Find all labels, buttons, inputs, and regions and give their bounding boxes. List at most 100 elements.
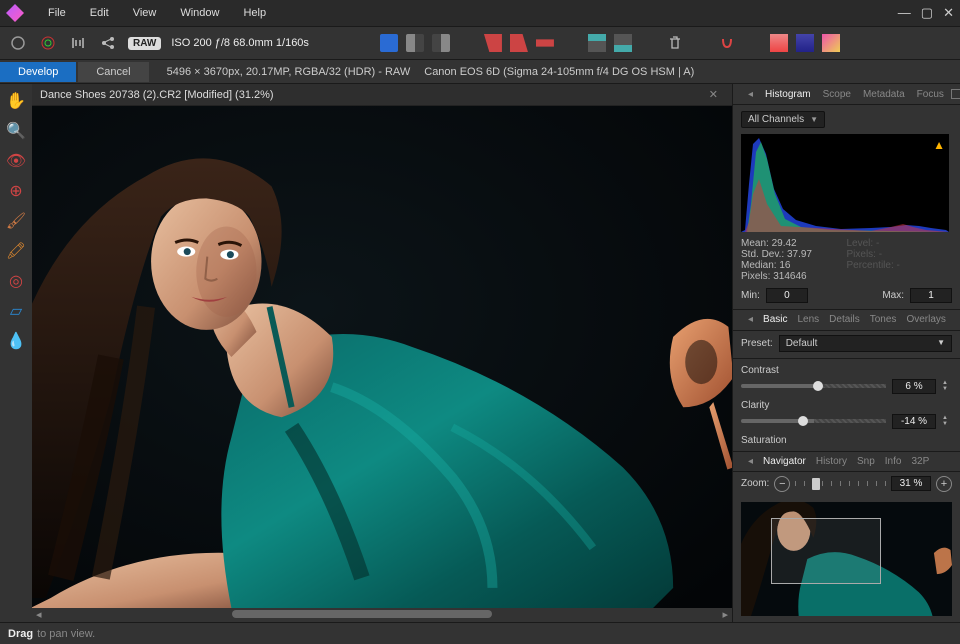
histogram-graph[interactable]: ▲	[741, 134, 949, 232]
window-controls: — ▢ ✕	[898, 5, 954, 21]
navigator-viewbox[interactable]	[771, 518, 881, 584]
zoom-out-button[interactable]: −	[774, 476, 790, 492]
clip-highlight-icon[interactable]	[613, 33, 633, 53]
channel-dropdown-label: All Channels	[748, 114, 804, 125]
panel-collapse-icon-2[interactable]: ◂	[743, 314, 758, 325]
scroll-right-icon[interactable]: ▸	[722, 608, 728, 621]
view-mirror-icon[interactable]	[431, 33, 451, 53]
top-toolbar: RAW ISO 200 ƒ/8 68.0mm 1/160s	[0, 26, 960, 60]
contrast-knob[interactable]	[813, 381, 823, 391]
tab-navigator[interactable]: Navigator	[758, 456, 811, 467]
aperture-icon[interactable]	[38, 33, 58, 53]
max-label: Max:	[882, 290, 904, 301]
overlay-erase-tool[interactable]: 🖍	[5, 240, 27, 262]
menu-file[interactable]: File	[36, 7, 78, 19]
contrast-slider[interactable]	[741, 384, 886, 388]
tab-basic[interactable]: Basic	[758, 314, 792, 325]
view-single-icon[interactable]	[379, 33, 399, 53]
preset-row: Preset: Default ▼	[733, 331, 960, 356]
clarity-knob[interactable]	[798, 416, 808, 426]
snap-icon[interactable]	[717, 33, 737, 53]
clarity-stepper[interactable]: ▲▼	[942, 415, 952, 427]
flip-icon[interactable]	[535, 33, 555, 53]
panel-collapse-icon[interactable]: ◂	[743, 89, 758, 100]
tab-lens[interactable]: Lens	[792, 314, 824, 325]
tab-history[interactable]: History	[811, 456, 852, 467]
scrollbar-thumb[interactable]	[232, 610, 492, 618]
horizontal-scrollbar[interactable]: ◂ ▸	[32, 608, 732, 622]
cancel-button[interactable]: Cancel	[78, 62, 148, 82]
view-split-icon[interactable]	[405, 33, 425, 53]
statusbar: Drag to pan view.	[0, 622, 960, 644]
hand-tool[interactable]: ✋	[5, 90, 27, 112]
tab-overlays[interactable]: Overlays	[901, 314, 950, 325]
maximize-icon[interactable]: ▢	[921, 5, 933, 21]
menu-window[interactable]: Window	[168, 7, 231, 19]
tab-histogram[interactable]: Histogram	[760, 89, 816, 100]
preset-dropdown[interactable]: Default ▼	[779, 335, 952, 352]
navigator-thumbnail[interactable]	[741, 502, 952, 616]
rotate-cw-icon[interactable]	[509, 33, 529, 53]
panel-collapse-icon-3[interactable]: ◂	[743, 456, 758, 467]
tab-info[interactable]: Info	[880, 456, 907, 467]
menu-help[interactable]: Help	[231, 7, 278, 19]
develop-tabs: ◂ Basic Lens Details Tones Overlays	[733, 309, 960, 330]
share-icon[interactable]	[98, 33, 118, 53]
crop-tool[interactable]: ▱	[5, 300, 27, 322]
white-balance-tool[interactable]: 💧	[5, 330, 27, 352]
app-logo-icon	[6, 4, 24, 22]
close-icon[interactable]: ✕	[943, 5, 954, 21]
navigator-tabs: ◂ Navigator History Snp Info 32P	[733, 451, 960, 472]
clip-shadow-icon[interactable]	[587, 33, 607, 53]
mirror-icon[interactable]	[68, 33, 88, 53]
min-label: Min:	[741, 290, 760, 301]
panel-menu-icon[interactable]	[951, 89, 960, 99]
tab-snapshots[interactable]: Snp	[852, 456, 880, 467]
histogram-stats: Mean: 29.42 Std. Dev.: 37.97 Median: 16 …	[741, 238, 952, 282]
blemish-tool[interactable]: ⊕	[5, 180, 27, 202]
canvas-area: Dance Shoes 20738 (2).CR2 [Modified] (31…	[32, 84, 732, 622]
zoom-value[interactable]: 31 %	[891, 476, 931, 491]
trash-icon[interactable]	[665, 33, 685, 53]
min-input[interactable]	[766, 288, 808, 303]
overlay-paint-tool[interactable]: 🖌	[5, 210, 27, 232]
rotate-ccw-icon[interactable]	[483, 33, 503, 53]
tab-tones[interactable]: Tones	[865, 314, 902, 325]
close-document-icon[interactable]: ✕	[703, 88, 724, 101]
tab-details[interactable]: Details	[824, 314, 865, 325]
ring-icon[interactable]	[8, 33, 28, 53]
histogram-tabs: ◂ Histogram Scope Metadata Focus	[733, 84, 960, 105]
contrast-value[interactable]: 6 %	[892, 379, 936, 394]
redeye-tool[interactable]: 👁	[5, 150, 27, 172]
clarity-value[interactable]: -14 %	[892, 414, 936, 429]
image-dimensions-text: 5496 × 3670px, 20.17MP, RGBA/32 (HDR) - …	[167, 66, 411, 78]
tools-panel: ✋ 🔍 👁 ⊕ 🖌 🖍 ◎ ▱ 💧	[0, 84, 32, 622]
menu-view[interactable]: View	[121, 7, 169, 19]
minmax-row: Min: Max:	[741, 288, 952, 303]
status-hint-bold: Drag	[8, 628, 33, 640]
menu-edit[interactable]: Edit	[78, 7, 121, 19]
tab-scope[interactable]: Scope	[818, 89, 856, 100]
viewport[interactable]	[32, 106, 732, 608]
tab-32p[interactable]: 32P	[906, 456, 934, 467]
zoom-tool[interactable]: 🔍	[5, 120, 27, 142]
zoom-knob[interactable]	[812, 478, 820, 490]
channel-dropdown[interactable]: All Channels ▼	[741, 111, 825, 128]
contrast-stepper[interactable]: ▲▼	[942, 380, 952, 392]
scroll-left-icon[interactable]: ◂	[36, 608, 42, 621]
zoom-slider[interactable]	[795, 481, 886, 487]
overlay-gradient-tool[interactable]: ◎	[5, 270, 27, 292]
minimize-icon[interactable]: —	[898, 5, 911, 21]
swatch1-icon[interactable]	[769, 33, 789, 53]
preset-value: Default	[786, 338, 818, 349]
tab-focus[interactable]: Focus	[912, 89, 949, 100]
right-panels: ◂ Histogram Scope Metadata Focus All Cha…	[732, 84, 960, 622]
clarity-slider[interactable]	[741, 419, 886, 423]
swatch2-icon[interactable]	[795, 33, 815, 53]
tab-metadata[interactable]: Metadata	[858, 89, 910, 100]
max-input[interactable]	[910, 288, 952, 303]
swatch3-icon[interactable]	[821, 33, 841, 53]
document-tab[interactable]: Dance Shoes 20738 (2).CR2 [Modified] (31…	[32, 84, 732, 106]
zoom-in-button[interactable]: +	[936, 476, 952, 492]
develop-button[interactable]: Develop	[0, 62, 76, 82]
